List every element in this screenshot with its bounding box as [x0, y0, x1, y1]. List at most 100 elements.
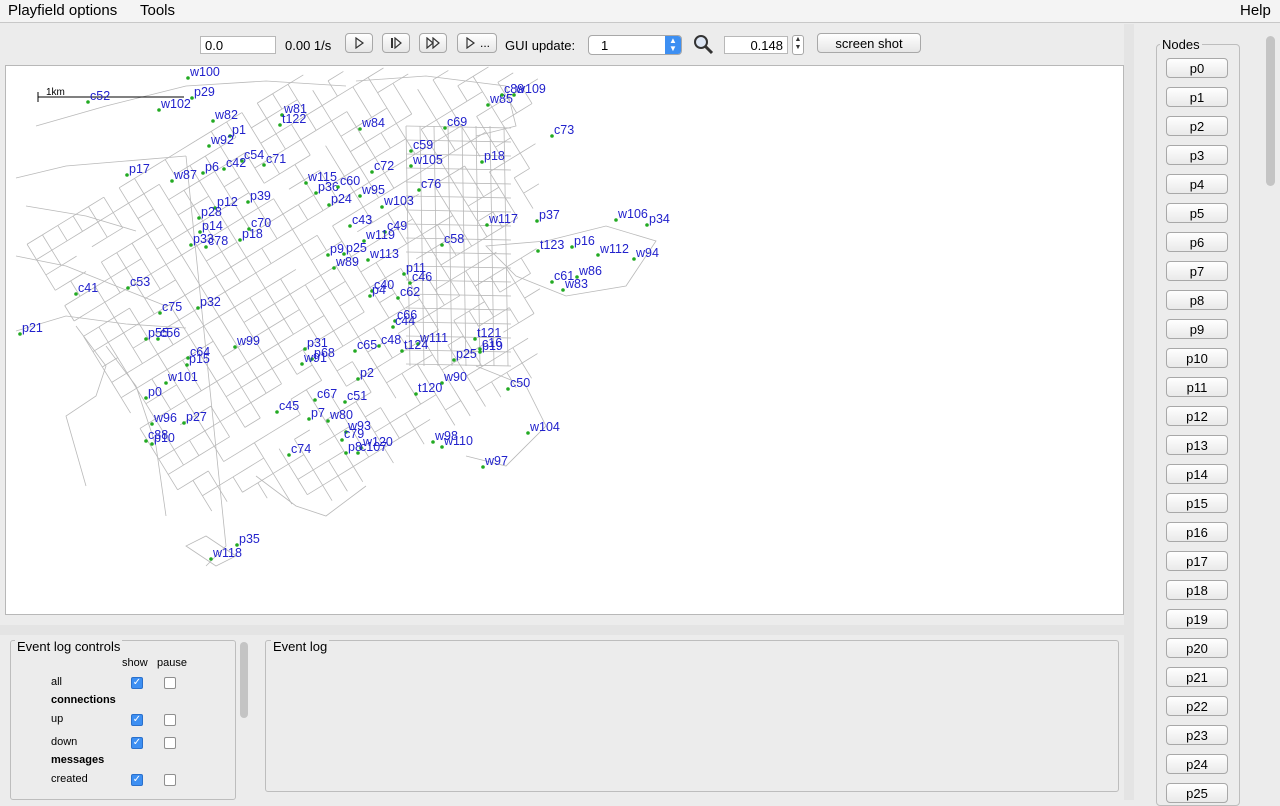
node-button-p9[interactable]: p9	[1166, 319, 1228, 339]
vertical-split-divider[interactable]	[1124, 24, 1134, 800]
node-marker[interactable]: p34	[645, 212, 670, 227]
node-button-p17[interactable]: p17	[1166, 551, 1228, 571]
node-marker[interactable]: p21	[18, 321, 43, 336]
node-button-p3[interactable]: p3	[1166, 145, 1228, 165]
node-marker[interactable]: c78	[204, 234, 228, 249]
pause-checkbox-all[interactable]	[164, 677, 176, 689]
node-marker[interactable]: w113	[366, 247, 399, 262]
node-marker[interactable]: p16	[570, 234, 595, 249]
node-button-p22[interactable]: p22	[1166, 696, 1228, 716]
node-button-p18[interactable]: p18	[1166, 580, 1228, 600]
node-marker[interactable]: t120	[414, 381, 442, 396]
split-pane-divider[interactable]	[0, 625, 1124, 635]
node-marker[interactable]: p25	[452, 347, 477, 362]
node-button-p1[interactable]: p1	[1166, 87, 1228, 107]
node-button-p12[interactable]: p12	[1166, 406, 1228, 426]
node-marker[interactable]: w89	[332, 255, 359, 270]
node-marker[interactable]: w118	[209, 546, 242, 561]
node-marker[interactable]: t123	[536, 238, 564, 253]
node-marker[interactable]: p32	[196, 295, 221, 310]
controls-scrollbar[interactable]	[240, 642, 248, 718]
node-marker[interactable]: w97	[481, 454, 508, 469]
node-button-p8[interactable]: p8	[1166, 290, 1228, 310]
magnifier-icon[interactable]	[693, 34, 715, 56]
node-marker[interactable]: t122	[278, 112, 306, 127]
node-marker[interactable]: w83	[561, 277, 588, 292]
node-marker[interactable]: c56	[156, 326, 180, 341]
node-marker[interactable]: c51	[343, 389, 367, 404]
node-marker[interactable]: p18	[238, 227, 263, 242]
play-until-button[interactable]: ...	[457, 33, 497, 53]
node-marker[interactable]: w104	[526, 420, 560, 435]
node-marker[interactable]: p17	[125, 162, 150, 177]
node-marker[interactable]: w119	[362, 228, 395, 243]
node-marker[interactable]: p7	[307, 406, 325, 421]
node-button-p15[interactable]: p15	[1166, 493, 1228, 513]
node-button-p24[interactable]: p24	[1166, 754, 1228, 774]
node-button-p20[interactable]: p20	[1166, 638, 1228, 658]
node-marker[interactable]: c43	[348, 213, 372, 228]
node-marker[interactable]: p10	[150, 431, 175, 446]
node-marker[interactable]: c72	[370, 159, 394, 174]
node-button-p4[interactable]: p4	[1166, 174, 1228, 194]
zoom-field[interactable]: 0.148	[724, 36, 788, 54]
node-marker[interactable]: w103	[380, 194, 414, 209]
screenshot-button[interactable]: screen shot	[817, 33, 921, 53]
node-marker[interactable]: c50	[506, 376, 530, 391]
node-marker[interactable]: c52	[86, 89, 110, 104]
node-button-p11[interactable]: p11	[1166, 377, 1228, 397]
node-button-p25[interactable]: p25	[1166, 783, 1228, 803]
node-marker[interactable]: p27	[182, 410, 207, 425]
node-marker[interactable]: w90	[440, 370, 467, 385]
fast-forward-button[interactable]	[419, 33, 447, 53]
node-marker[interactable]: p37	[535, 208, 560, 223]
node-marker[interactable]: c42	[222, 156, 246, 171]
node-marker[interactable]: c44	[391, 314, 415, 329]
node-marker[interactable]: w100	[186, 66, 220, 80]
node-marker[interactable]: c59	[409, 138, 433, 153]
node-marker[interactable]: w92	[207, 133, 234, 148]
node-button-p21[interactable]: p21	[1166, 667, 1228, 687]
node-button-p10[interactable]: p10	[1166, 348, 1228, 368]
node-marker[interactable]: c58	[440, 232, 464, 247]
node-marker[interactable]: w87	[170, 168, 197, 183]
node-marker[interactable]: w102	[157, 97, 191, 112]
node-marker[interactable]: t124	[400, 338, 428, 353]
node-marker[interactable]: p28	[197, 205, 222, 220]
pause-checkbox-up[interactable]	[164, 714, 176, 726]
node-marker[interactable]: c67	[313, 387, 337, 402]
node-marker[interactable]: c62	[396, 285, 420, 300]
node-marker[interactable]: c60	[336, 174, 360, 189]
show-checkbox-created[interactable]: ✓	[131, 774, 143, 786]
step-button[interactable]	[382, 33, 410, 53]
node-marker[interactable]: w94	[632, 246, 659, 261]
node-marker[interactable]: w101	[164, 370, 198, 385]
node-marker[interactable]: p29	[190, 85, 215, 100]
pause-checkbox-created[interactable]	[164, 774, 176, 786]
node-marker[interactable]: p24	[327, 192, 352, 207]
node-marker[interactable]: w117	[485, 212, 518, 227]
node-marker[interactable]: c73	[550, 123, 574, 138]
node-marker[interactable]: w112	[596, 242, 629, 257]
node-button-p0[interactable]: p0	[1166, 58, 1228, 78]
play-button[interactable]	[345, 33, 373, 53]
node-button-p19[interactable]: p19	[1166, 609, 1228, 629]
node-marker[interactable]: c107	[356, 440, 387, 455]
node-marker[interactable]: c69	[443, 115, 467, 130]
node-marker[interactable]: c48	[377, 333, 401, 348]
node-button-p5[interactable]: p5	[1166, 203, 1228, 223]
node-marker[interactable]: w96	[150, 411, 177, 426]
gui-update-select[interactable]: 1 ▲ ▼	[588, 35, 682, 55]
node-button-p14[interactable]: p14	[1166, 464, 1228, 484]
node-marker[interactable]: c75	[158, 300, 182, 315]
node-marker[interactable]: p39	[246, 189, 271, 204]
node-marker[interactable]: c41	[74, 281, 98, 296]
node-marker[interactable]: w99	[233, 334, 260, 349]
node-button-p23[interactable]: p23	[1166, 725, 1228, 745]
node-marker[interactable]: p19	[478, 339, 503, 354]
node-marker[interactable]: c46	[408, 270, 432, 285]
menu-tools[interactable]: Tools	[140, 2, 175, 19]
show-checkbox-down[interactable]: ✓	[131, 737, 143, 749]
node-marker[interactable]: w110	[440, 434, 473, 449]
node-marker[interactable]: p2	[356, 366, 374, 381]
